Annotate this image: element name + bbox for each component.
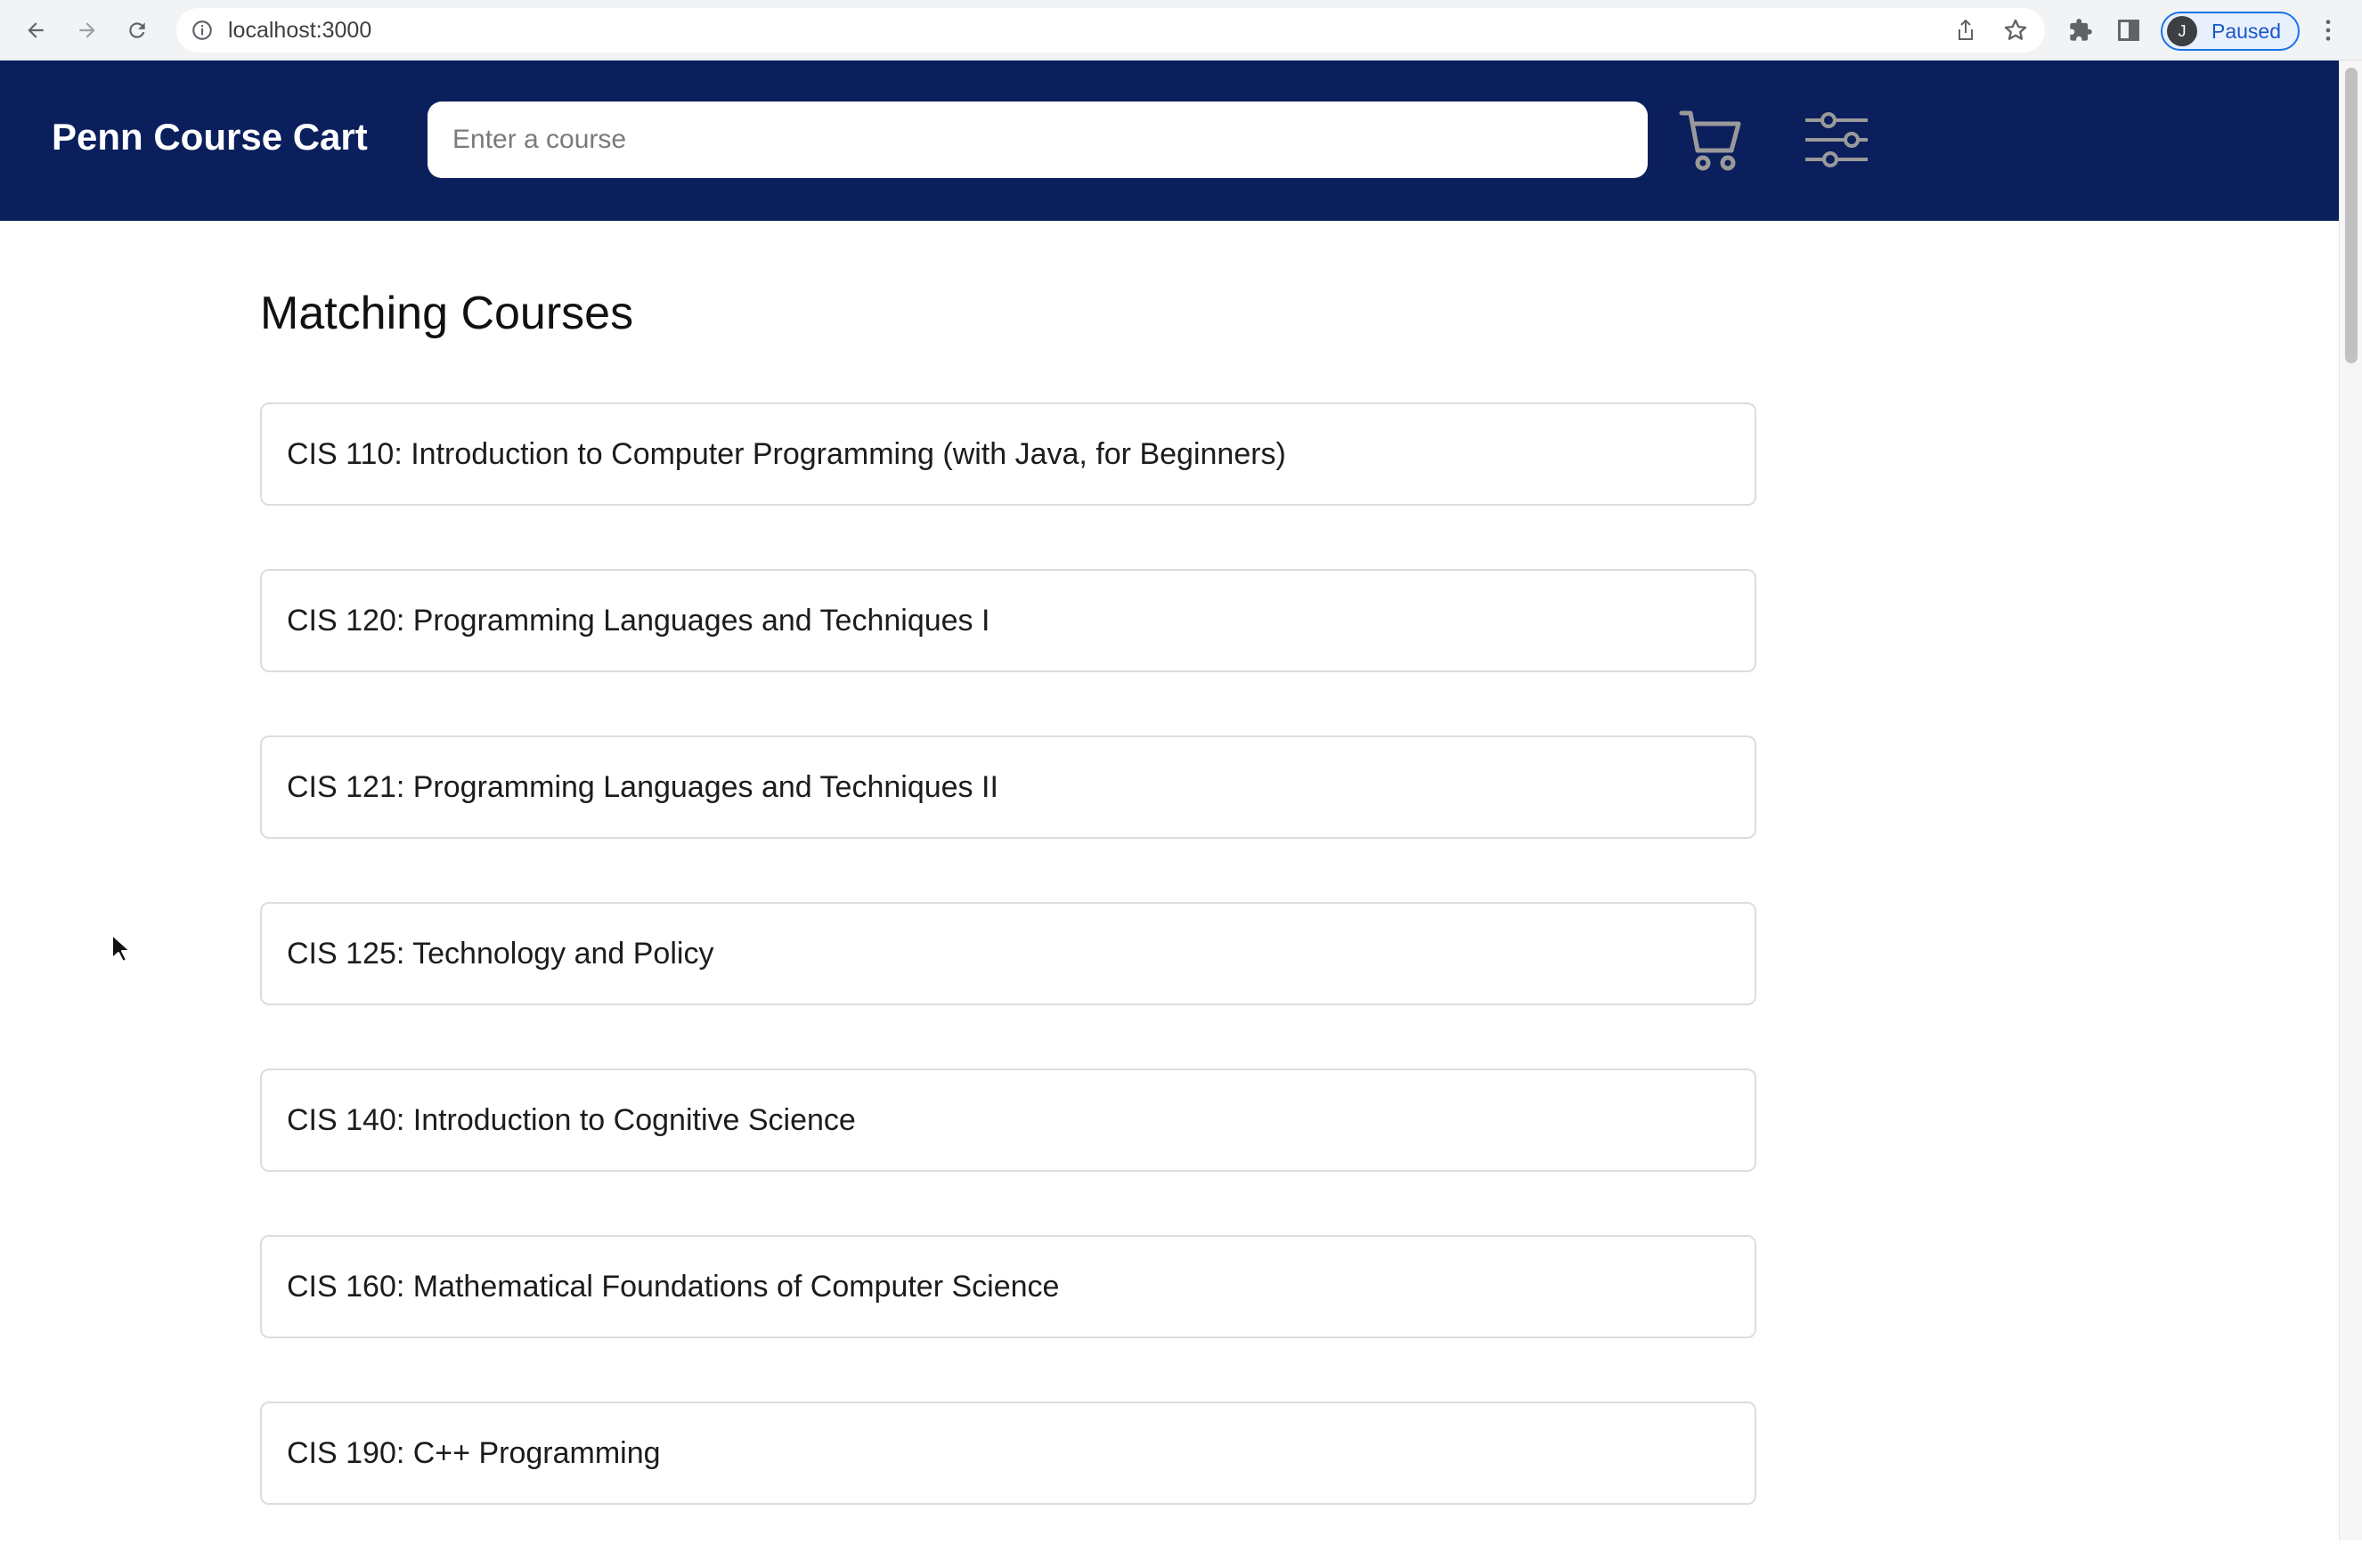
extensions-puzzle-icon[interactable] — [2065, 14, 2097, 46]
sliders-icon[interactable] — [1803, 102, 1870, 178]
back-button[interactable] — [18, 12, 53, 48]
course-item[interactable]: CIS 160: Mathematical Foundations of Com… — [260, 1235, 1756, 1338]
arrow-left-icon — [28, 22, 44, 38]
course-item[interactable]: CIS 120: Programming Languages and Techn… — [260, 569, 1756, 672]
course-list: CIS 110: Introduction to Computer Progra… — [260, 402, 1756, 1568]
share-icon[interactable] — [1951, 15, 1981, 45]
kebab-menu-icon[interactable] — [2312, 14, 2344, 46]
browser-toolbar: localhost:3000 J Paused — [0, 0, 2362, 61]
page-scrollbar[interactable] — [2339, 61, 2362, 1540]
url-text[interactable]: localhost:3000 — [228, 18, 371, 44]
forward-button[interactable] — [69, 12, 105, 48]
course-item[interactable]: CIS 190: C++ Programming — [260, 1401, 1756, 1505]
info-icon[interactable] — [187, 15, 217, 45]
course-search-input[interactable] — [428, 102, 1648, 178]
course-item[interactable]: CIS 121: Programming Languages and Techn… — [260, 735, 1756, 839]
scroll-thumb[interactable] — [2345, 68, 2358, 363]
brand-title[interactable]: Penn Course Cart — [52, 116, 368, 158]
app-header: Penn Course Cart — [0, 61, 2339, 221]
reload-icon — [129, 22, 145, 38]
profile-button[interactable]: J Paused — [2161, 12, 2300, 51]
page-title: Matching Courses — [260, 288, 634, 339]
course-item[interactable]: CIS 140: Introduction to Cognitive Scien… — [260, 1068, 1756, 1172]
course-item[interactable]: CIS 110: Introduction to Computer Progra… — [260, 402, 1756, 506]
main-content: Matching Courses CIS 110: Introduction t… — [0, 221, 2339, 1540]
bookmark-star-icon[interactable] — [2000, 15, 2031, 45]
profile-status: Paused — [2211, 19, 2282, 43]
course-item[interactable]: CIS 125: Technology and Policy — [260, 902, 1756, 1005]
avatar: J — [2167, 16, 2197, 46]
cart-icon[interactable] — [1678, 102, 1746, 178]
side-panel-icon[interactable] — [2113, 14, 2145, 46]
reload-button[interactable] — [119, 12, 155, 48]
arrow-right-icon — [79, 22, 95, 38]
mouse-pointer-icon — [111, 934, 131, 963]
address-bar[interactable]: localhost:3000 — [176, 8, 2045, 53]
